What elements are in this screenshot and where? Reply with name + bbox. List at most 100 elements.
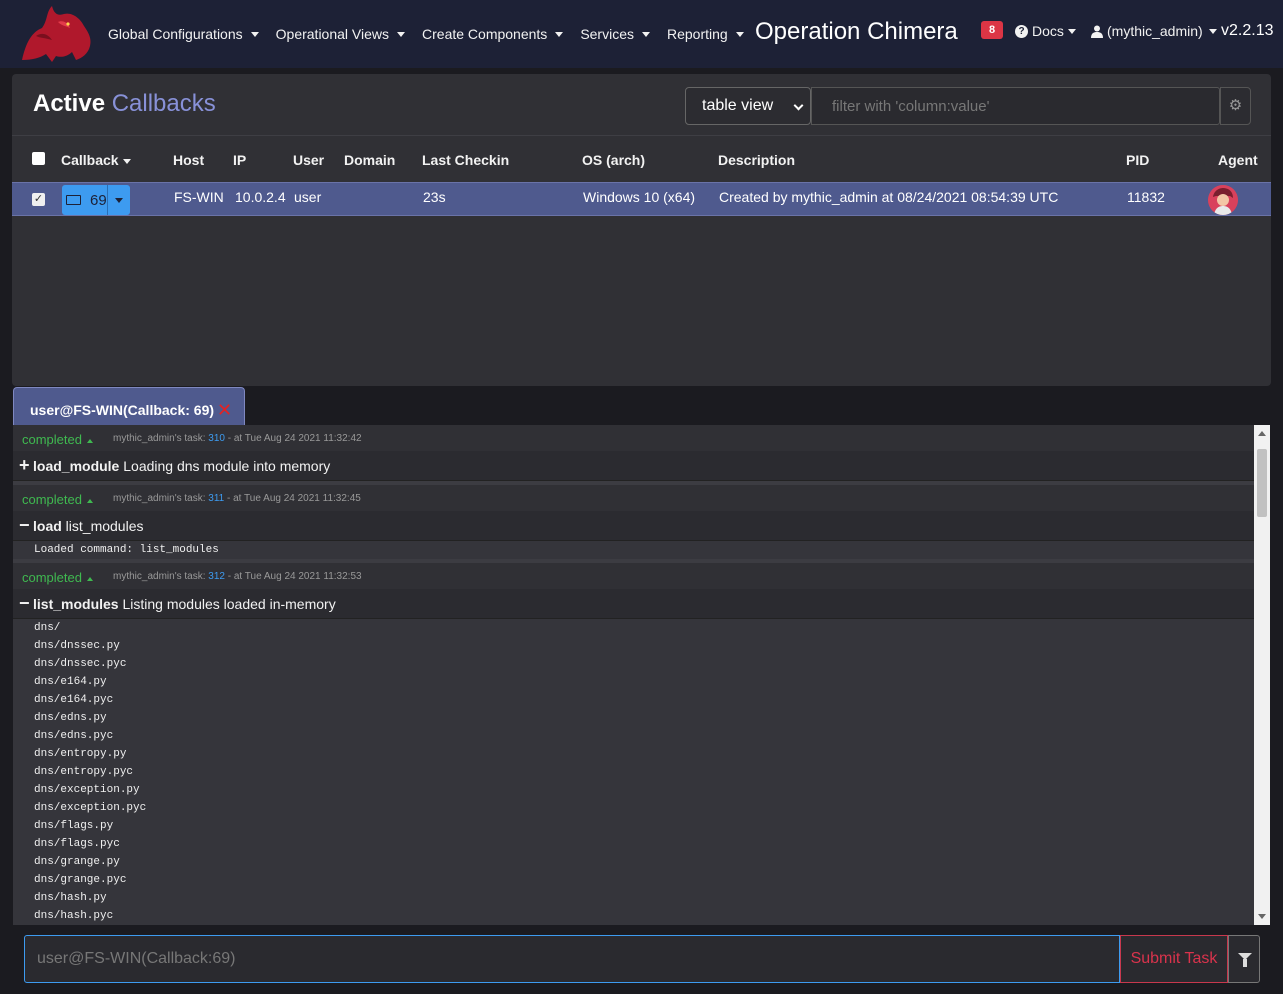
submit-task-button[interactable]: Submit Task [1120,935,1228,983]
command-input[interactable]: user@FS-WIN(Callback:69) [24,935,1120,983]
response-line: dns/exception.py [34,784,140,796]
nav-label: Services [580,26,634,42]
task-output-pane[interactable]: completed mythic_admin's task: 310 - at T… [13,425,1270,925]
callback-filter-input[interactable]: filter with 'column:value' [811,87,1220,125]
cell-last-checkin: 23s [423,189,446,205]
column-header-callback[interactable]: Callback [61,152,131,168]
collapse-icon[interactable]: − [19,516,30,534]
task-operator: mythic_admin's task: [113,433,209,444]
row-checkbox[interactable]: ✓ [32,193,45,206]
user-menu[interactable]: (mythic_admin) [1091,23,1217,39]
column-header-domain[interactable]: Domain [344,152,395,168]
top-navbar: Global Configurations Operational Views … [0,0,1283,68]
column-header-user[interactable]: User [293,152,324,168]
column-header-host[interactable]: Host [173,152,204,168]
column-header-last-checkin[interactable]: Last Checkin [422,152,509,168]
column-header-ip[interactable]: IP [233,152,246,168]
chimera-logo[interactable] [12,2,96,66]
vertical-scrollbar[interactable] [1254,425,1270,925]
tab-label: user@FS-WIN(Callback: 69) [30,402,215,418]
callbacks-header: Active Callbacks table view filter with … [12,74,1271,136]
response-line: dns/dnssec.pyc [34,658,127,670]
callbacks-table: Callback Host IP User Domain Last Checki… [12,136,1271,216]
title-prefix: Active [33,90,112,117]
task-meta: mythic_admin's task: 310 - at Tue Aug 24… [113,433,362,444]
filter-button[interactable] [1228,935,1260,983]
close-icon[interactable]: ✕ [217,400,232,420]
agent-avatar-icon[interactable] [1208,185,1238,215]
response-line: dns/hash.pyc [34,910,114,922]
callback-interact-button[interactable]: 69 [62,185,130,215]
caret-up-icon [86,576,93,581]
expand-icon[interactable]: + [19,456,30,474]
nav-services[interactable]: Services [580,26,650,42]
nav-create-components[interactable]: Create Components [422,26,564,42]
scroll-down-icon[interactable] [1258,914,1266,919]
cell-user: user [294,189,322,205]
nav-global-configurations[interactable]: Global Configurations [108,26,259,42]
caret-down-icon [397,31,406,37]
nav-reporting[interactable]: Reporting [667,26,744,42]
task-command-row[interactable]: − load list_modules [13,511,1254,541]
task-command-row[interactable]: − list_modules Listing modules loaded in-… [13,589,1254,619]
gear-icon: ⚙ [1228,97,1243,114]
view-select[interactable]: table view [685,87,811,125]
task-operator: mythic_admin's task: [113,571,209,582]
task-id-link[interactable]: 310 [208,433,225,444]
response-line: dns/entropy.py [34,748,127,760]
response-line: dns/exception.pyc [34,802,147,814]
operation-title[interactable]: Operation Chimera [755,18,958,46]
column-header-pid[interactable]: PID [1126,152,1149,168]
response-line: dns/flags.pyc [34,838,120,850]
status-toggle[interactable]: completed [22,432,93,447]
scrollbar-thumb[interactable] [1257,449,1267,517]
column-header-os[interactable]: OS (arch) [582,152,645,168]
scroll-up-icon[interactable] [1258,431,1266,436]
task-meta: mythic_admin's task: 312 - at Tue Aug 24… [113,571,362,582]
command-name: list_modules [33,596,119,612]
caret-down-icon [642,31,650,37]
status-toggle[interactable]: completed [22,570,93,585]
tab-callback-69[interactable]: user@FS-WIN(Callback: 69) ✕ [13,387,245,425]
task-id-link[interactable]: 311 [208,493,224,504]
column-header-agent[interactable]: Agent [1218,152,1258,168]
response-line: dns/dnssec.py [34,640,120,652]
caret-up-icon [86,498,93,503]
task-meta: mythic_admin's task: 311 - at Tue Aug 24… [113,493,361,504]
column-header-description[interactable]: Description [718,152,795,168]
select-all-checkbox[interactable] [32,152,45,165]
caret-down-icon [1208,28,1217,34]
username-label: (mythic_admin) [1107,23,1203,39]
active-callbacks-panel: Active Callbacks table view filter with … [12,74,1271,386]
settings-button[interactable]: ⚙ [1220,87,1251,125]
command-params: Listing modules loaded in-memory [118,596,336,612]
task-id-link[interactable]: 312 [208,571,225,582]
task-status-row: completed mythic_admin's task: 310 - at T… [13,425,1254,451]
main-menu: Global Configurations Operational Views … [108,0,761,68]
button-divider [107,185,108,215]
caret-down-icon [250,31,259,37]
command-name: load_module [33,458,120,474]
caret-down-icon[interactable] [115,198,123,203]
status-toggle[interactable]: completed [22,492,93,507]
task-status-row: completed mythic_admin's task: 311 - at T… [13,485,1254,511]
collapse-icon[interactable]: − [19,594,30,612]
table-header-row: Callback Host IP User Domain Last Checki… [12,136,1271,182]
response-line: dns/e164.pyc [34,694,114,706]
task-command-row[interactable]: + load_module Loading dns module into mem… [13,451,1254,481]
alert-count-badge[interactable]: 8 [981,21,1004,39]
response-line: dns/edns.py [34,712,107,724]
task-operator: mythic_admin's task: [113,493,209,504]
docs-menu[interactable]: ? Docs [1015,23,1076,39]
command-params: Loading dns module into memory [119,458,331,474]
response-line: dns/grange.pyc [34,874,127,886]
response-line: dns/hash.py [34,892,107,904]
table-row[interactable]: ✓ 69 FS-WIN 10.0.2.4 user 23s Windows 10… [12,182,1271,216]
chevron-down-icon [793,100,804,111]
nav-operational-views[interactable]: Operational Views [276,26,406,42]
callback-id: 69 [90,191,107,209]
status-label: completed [22,432,82,447]
command-params: list_modules [61,518,144,534]
nav-label: Global Configurations [108,26,243,42]
task-command: load_module Loading dns module into memo… [33,458,330,474]
